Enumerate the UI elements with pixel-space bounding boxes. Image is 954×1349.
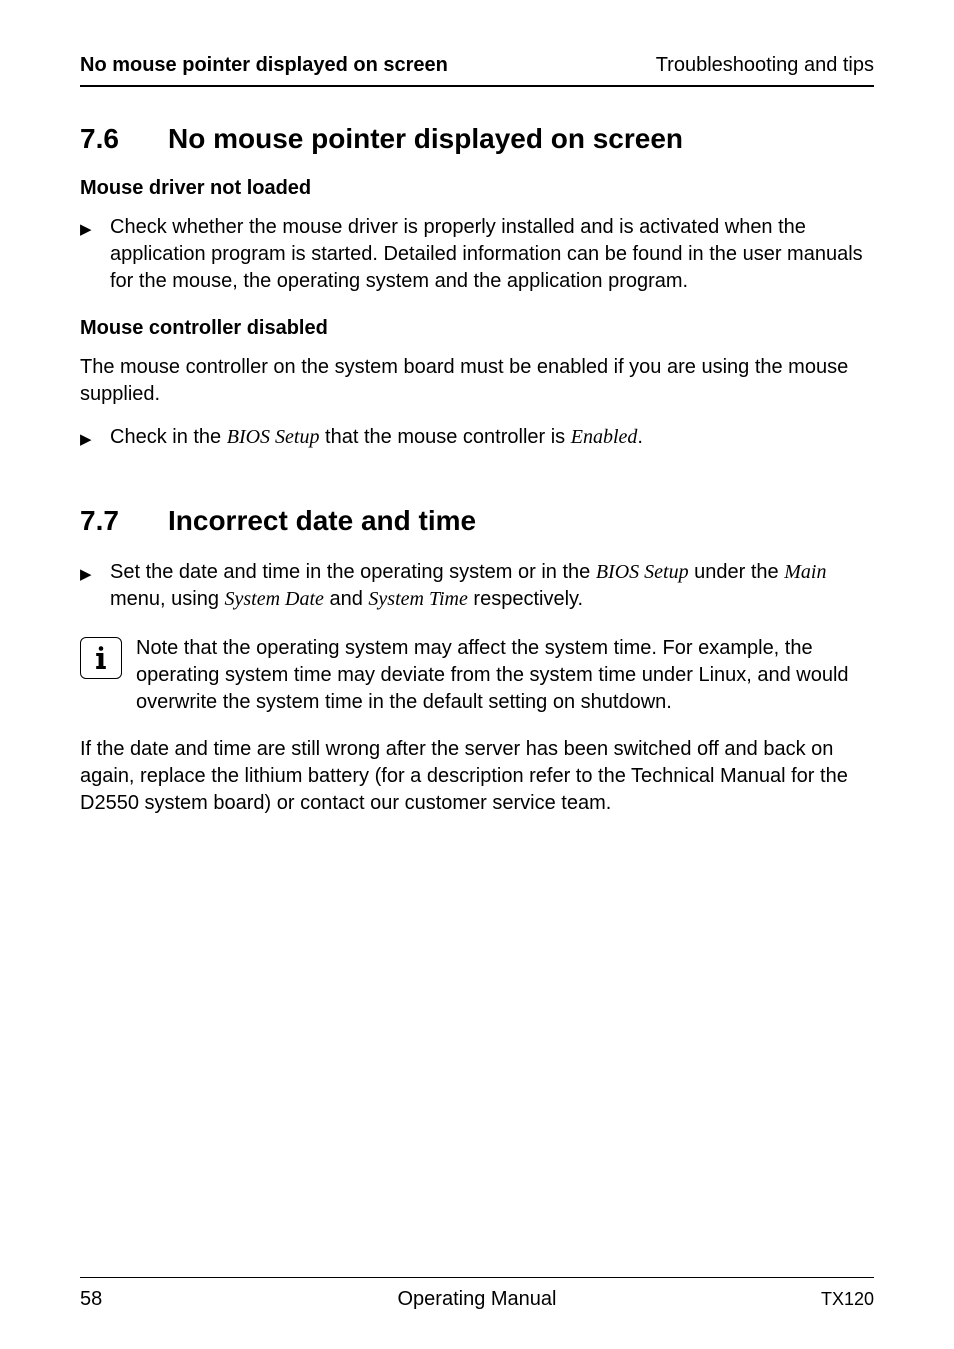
info-note: Note that the operating system may affec… <box>80 635 874 716</box>
bullet-marker-icon: ▶ <box>80 424 110 453</box>
section-number: 7.6 <box>80 123 168 155</box>
text-fragment: respectively. <box>468 588 583 610</box>
page-footer: Operating Manual 58 TX120 <box>80 1277 874 1311</box>
bullet-text: Check in the BIOS Setup that the mouse c… <box>110 424 643 453</box>
italic-text: BIOS Setup <box>227 426 320 448</box>
italic-text: System Date <box>225 588 324 610</box>
bullet-item: ▶ Check in the BIOS Setup that the mouse… <box>80 424 874 453</box>
text-fragment: Check in the <box>110 426 227 448</box>
text-fragment: menu, using <box>110 588 225 610</box>
bullet-marker-icon: ▶ <box>80 559 110 613</box>
footer-page-number: 58 <box>80 1288 102 1311</box>
page-header: No mouse pointer displayed on screen Tro… <box>80 54 874 87</box>
bullet-item: ▶ Set the date and time in the operating… <box>80 559 874 613</box>
italic-text: Enabled <box>571 426 638 448</box>
bullet-item: ▶ Check whether the mouse driver is prop… <box>80 214 874 295</box>
section-number: 7.7 <box>80 505 168 537</box>
info-text: Note that the operating system may affec… <box>130 635 874 716</box>
text-fragment: under the <box>689 561 785 583</box>
info-glyph-icon <box>94 645 108 671</box>
text-fragment: that the mouse controller is <box>320 426 571 448</box>
bullet-marker-icon: ▶ <box>80 214 110 295</box>
paragraph: If the date and time are still wrong aft… <box>80 736 874 817</box>
section-title: No mouse pointer displayed on screen <box>168 123 683 155</box>
text-fragment: and <box>324 588 368 610</box>
italic-text: System Time <box>368 588 467 610</box>
section-title: Incorrect date and time <box>168 505 476 537</box>
header-right: Troubleshooting and tips <box>656 54 874 77</box>
text-fragment: Set the date and time in the operating s… <box>110 561 596 583</box>
italic-text: Main <box>784 561 826 583</box>
info-icon <box>80 635 130 716</box>
text-fragment: . <box>637 426 643 448</box>
paragraph: The mouse controller on the system board… <box>80 354 874 408</box>
bullet-text: Set the date and time in the operating s… <box>110 559 874 613</box>
subheading-mouse-driver: Mouse driver not loaded <box>80 177 874 200</box>
header-left: No mouse pointer displayed on screen <box>80 54 448 77</box>
footer-center: Operating Manual <box>80 1288 874 1311</box>
page: No mouse pointer displayed on screen Tro… <box>0 0 954 1349</box>
info-icon-box <box>80 637 122 679</box>
italic-text: BIOS Setup <box>596 561 689 583</box>
section-7-7-heading: 7.7 Incorrect date and time <box>80 505 874 537</box>
subheading-mouse-controller: Mouse controller disabled <box>80 317 874 340</box>
section-7-6-heading: 7.6 No mouse pointer displayed on screen <box>80 123 874 155</box>
footer-model: TX120 <box>821 1289 874 1310</box>
bullet-text: Check whether the mouse driver is proper… <box>110 214 874 295</box>
